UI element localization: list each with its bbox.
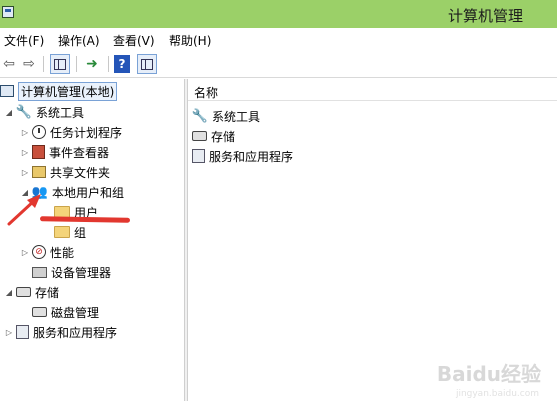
expand-arrow-icon[interactable]: ▷ xyxy=(20,248,30,257)
list-item[interactable]: 存储 xyxy=(192,127,235,145)
export-list-icon[interactable]: ➜ xyxy=(82,54,102,74)
tree-root-label: 计算机管理(本地) xyxy=(18,81,118,101)
menu-bar: 文件(F) 操作(A) 查看(V) 帮助(H) xyxy=(0,28,557,50)
computer-icon xyxy=(0,85,14,97)
tools-icon: 🔧 xyxy=(15,104,33,120)
toolbar-separator xyxy=(108,56,109,72)
tree-device-manager[interactable]: 设备管理器 xyxy=(32,263,111,281)
toolbar-separator xyxy=(43,56,44,72)
tree-label: 任务计划程序 xyxy=(50,125,123,140)
column-header-name[interactable]: 名称 xyxy=(188,79,557,101)
action-pane-button[interactable] xyxy=(137,54,157,74)
back-arrow-icon[interactable]: ⇦ xyxy=(0,54,18,74)
tree-label: 磁盘管理 xyxy=(51,305,100,320)
collapse-arrow-icon[interactable]: ◢ xyxy=(4,108,14,117)
window-title: 计算机管理 xyxy=(447,7,523,25)
forward-arrow-icon[interactable]: ⇨ xyxy=(20,54,38,74)
tree-shared-folders[interactable]: ▷ 共享文件夹 xyxy=(20,163,110,181)
expand-arrow-icon[interactable]: ▷ xyxy=(20,148,30,157)
annotation-arrow xyxy=(7,194,41,226)
services-icon xyxy=(192,149,205,163)
list-item[interactable]: 🔧 系统工具 xyxy=(192,107,260,125)
title-bar: 计算机管理 xyxy=(0,0,557,28)
tools-icon: 🔧 xyxy=(191,108,209,124)
details-pane: 名称 🔧 系统工具 存储 服务和应用程序 xyxy=(188,79,557,401)
help-icon: ? xyxy=(114,55,130,73)
show-hide-tree-button[interactable] xyxy=(50,54,70,74)
expand-arrow-icon[interactable]: ▷ xyxy=(4,328,14,337)
tree-label: 事件查看器 xyxy=(49,145,110,160)
storage-icon xyxy=(192,131,207,141)
tree-event-viewer[interactable]: ▷ 事件查看器 xyxy=(20,143,109,161)
list-item-label: 存储 xyxy=(211,129,236,144)
tree-storage[interactable]: ◢ 存储 xyxy=(4,283,59,301)
list-item[interactable]: 服务和应用程序 xyxy=(192,147,293,165)
collapse-arrow-icon[interactable]: ◢ xyxy=(4,288,14,297)
folder-icon xyxy=(54,226,70,238)
menu-action[interactable]: 操作(A) xyxy=(58,32,100,49)
storage-icon xyxy=(16,287,31,297)
expand-arrow-icon[interactable]: ▷ xyxy=(20,128,30,137)
tree-label: 组 xyxy=(74,225,87,240)
computer-management-icon xyxy=(2,6,14,18)
column-header-label: 名称 xyxy=(194,86,219,100)
menu-view[interactable]: 查看(V) xyxy=(113,32,155,49)
menu-file[interactable]: 文件(F) xyxy=(4,32,44,49)
clock-icon xyxy=(32,125,46,139)
toolbar: ⇦ ⇨ ➜ ? xyxy=(0,50,557,78)
tree-performance[interactable]: ▷ ⊘ 性能 xyxy=(20,243,74,261)
tree-task-scheduler[interactable]: ▷ 任务计划程序 xyxy=(20,123,122,141)
disk-icon xyxy=(32,307,47,317)
tree-label: 共享文件夹 xyxy=(50,165,111,180)
tree-system-tools[interactable]: ◢ 🔧 系统工具 xyxy=(4,103,84,121)
tree-services-apps[interactable]: ▷ 服务和应用程序 xyxy=(4,323,117,341)
event-viewer-icon xyxy=(32,145,45,159)
tree-label: 存储 xyxy=(35,285,60,300)
device-manager-icon xyxy=(32,266,47,278)
tree-disk-management[interactable]: 磁盘管理 xyxy=(32,303,99,321)
list-item-label: 系统工具 xyxy=(212,109,261,124)
menu-help[interactable]: 帮助(H) xyxy=(169,32,211,49)
expand-arrow-icon[interactable]: ▷ xyxy=(20,168,30,177)
watermark-url: jingyan.baidu.com xyxy=(455,389,539,399)
performance-icon: ⊘ xyxy=(32,245,46,259)
tree-label: 性能 xyxy=(50,245,75,260)
action-pane-icon xyxy=(141,58,153,70)
console-tree-icon xyxy=(54,58,66,70)
toolbar-separator xyxy=(76,56,77,72)
help-button[interactable]: ? xyxy=(114,54,130,74)
watermark-logo: Baidu经验 xyxy=(436,362,541,386)
tree-label: 系统工具 xyxy=(36,105,85,120)
tree-root[interactable]: 计算机管理(本地) xyxy=(0,81,118,101)
tree-label: 设备管理器 xyxy=(51,265,112,280)
tree-groups[interactable]: 组 xyxy=(54,223,86,241)
tree-label: 服务和应用程序 xyxy=(33,325,118,340)
services-icon xyxy=(16,325,29,339)
tree-label: 本地用户和组 xyxy=(52,185,125,200)
shared-folder-icon xyxy=(32,166,46,178)
console-tree: 计算机管理(本地) ◢ 🔧 系统工具 ▷ 任务计划程序 ▷ 事件查看器 ▷ 共享… xyxy=(0,79,184,401)
list-item-label: 服务和应用程序 xyxy=(209,149,294,164)
